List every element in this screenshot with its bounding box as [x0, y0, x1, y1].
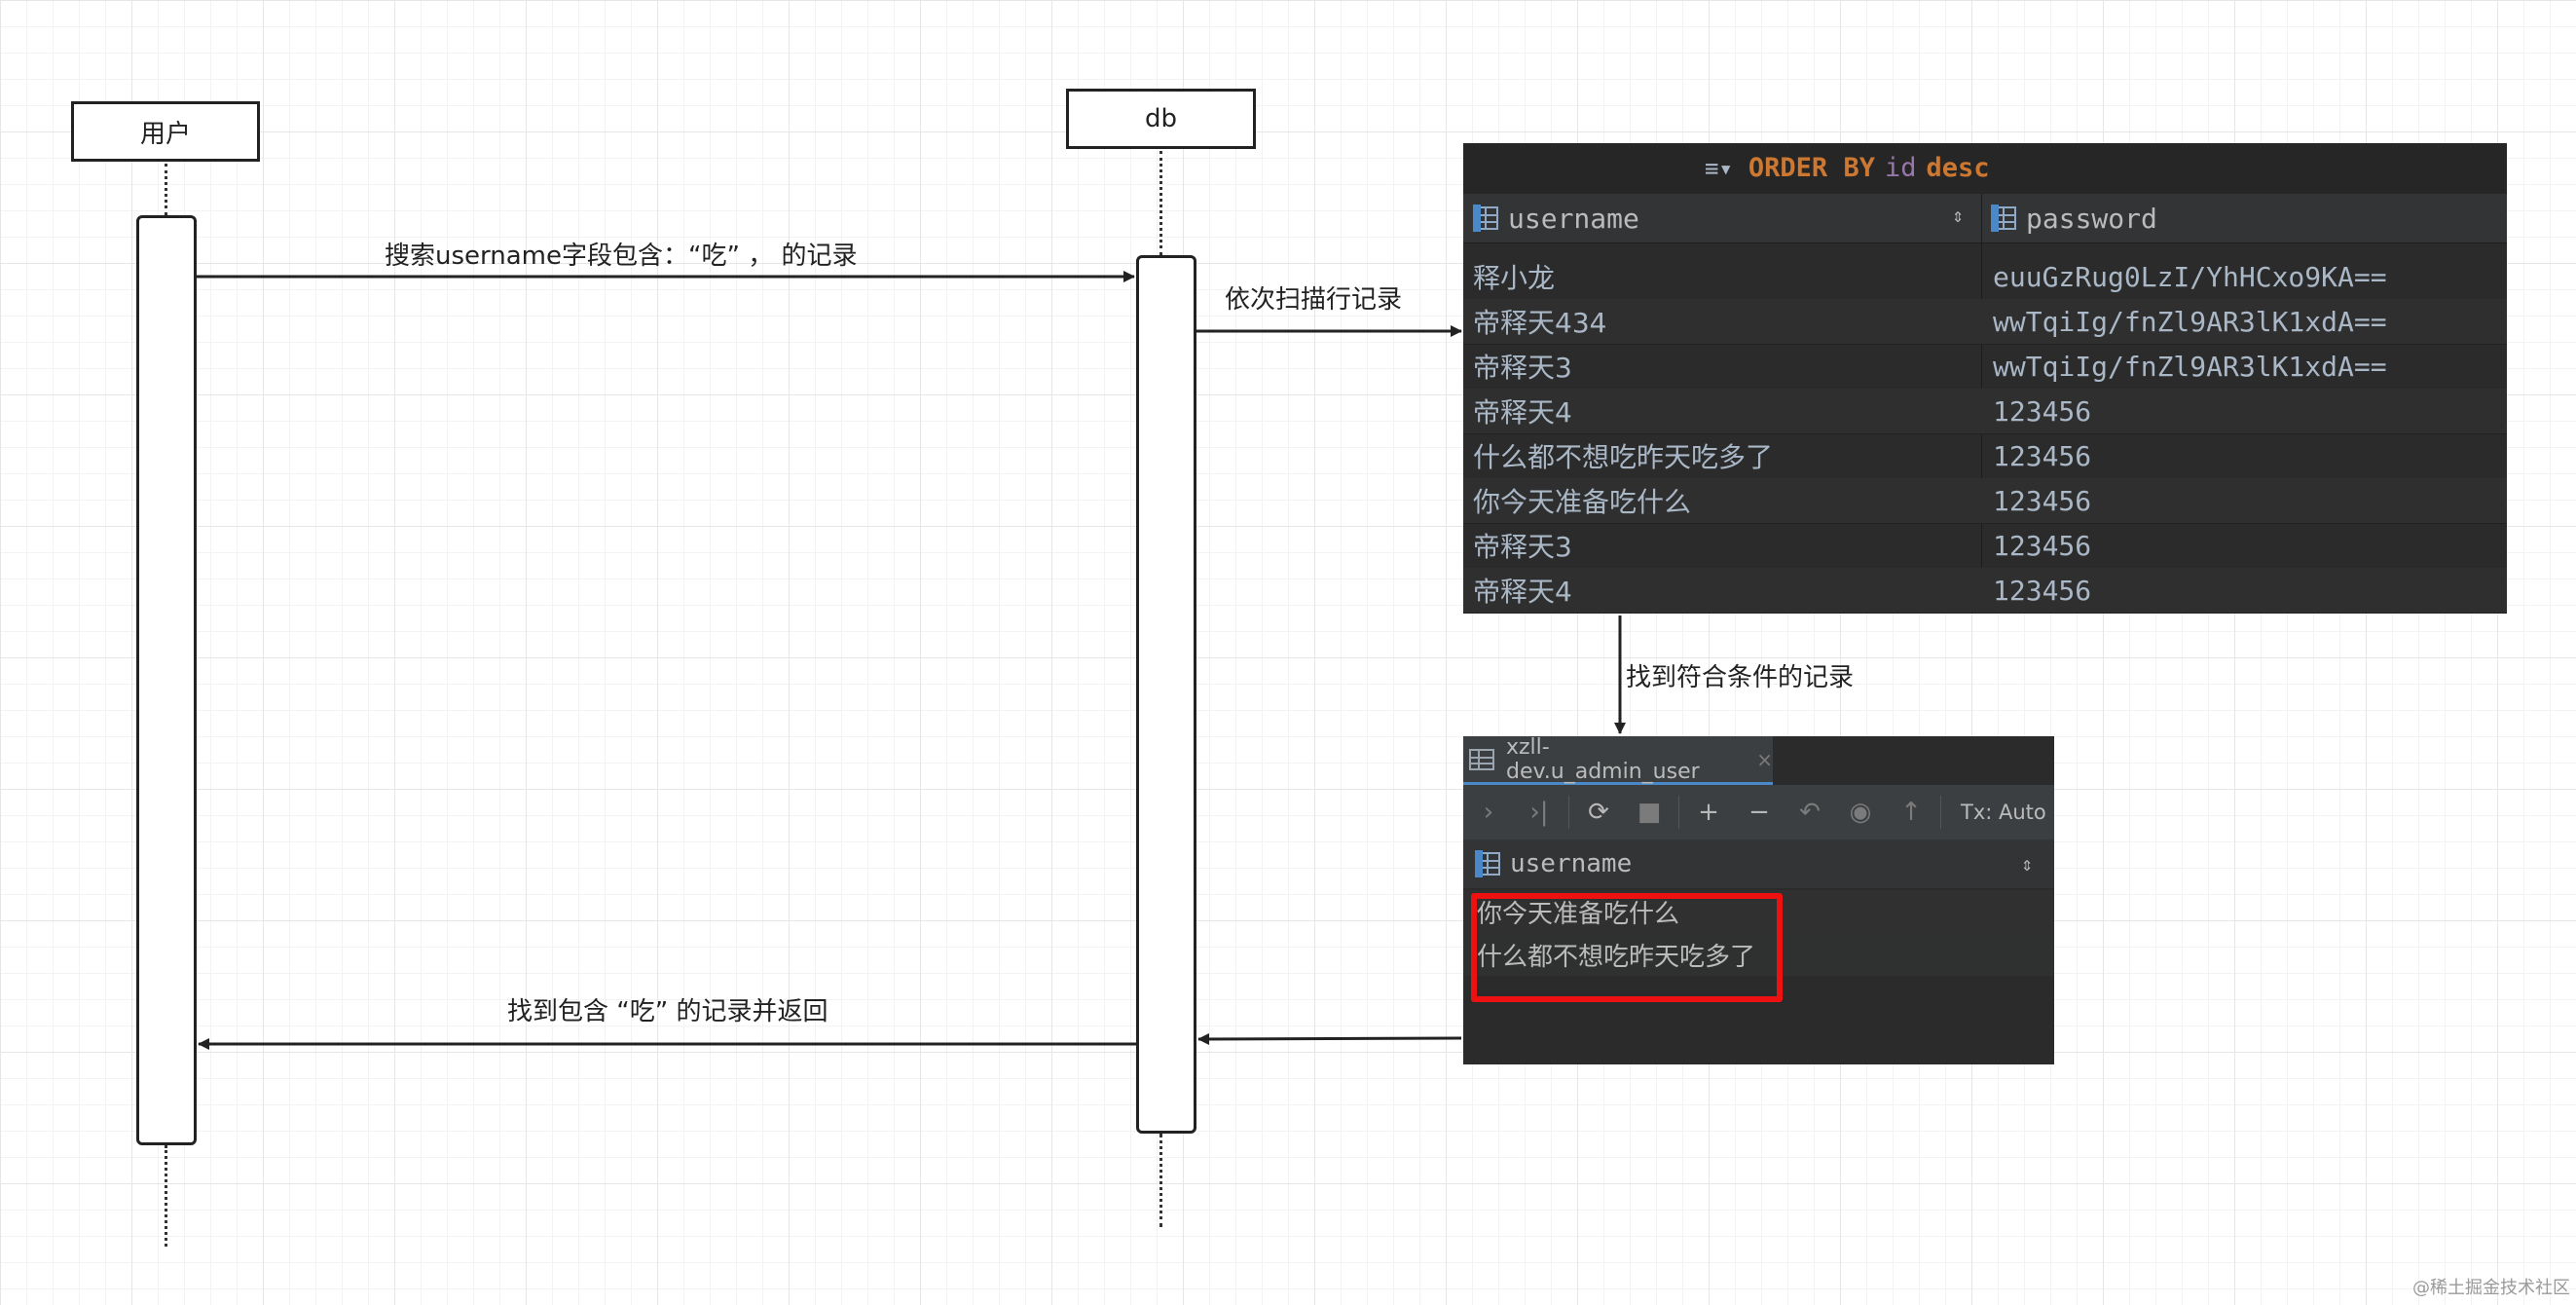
result-header[interactable]: username ⇕: [1463, 839, 2054, 888]
column-username-label: username: [1508, 202, 1639, 235]
toolbar-separator: [1568, 796, 1569, 829]
msg-found: 找到符合条件的记录: [1626, 663, 1855, 692]
cell-username: 释小龙: [1473, 262, 1556, 294]
query-field: id: [1884, 153, 1917, 183]
arrow-db-return: [1197, 1032, 1462, 1045]
last-page-icon[interactable]: ›|: [1514, 798, 1564, 827]
column-icon: [1475, 850, 1500, 877]
column-header-username[interactable]: username ⇕: [1473, 194, 1981, 242]
column-icon: [1991, 205, 2016, 232]
cell-password: 123456: [1993, 484, 2092, 517]
table-row[interactable]: 帝释天4 123456: [1463, 568, 2507, 614]
query-order-by: ORDER BY: [1748, 153, 1875, 183]
highlight-matching-rows: [1471, 893, 1783, 1002]
submit-icon[interactable]: ↑: [1886, 798, 1936, 827]
result-header: username ⇕ password: [1463, 194, 2507, 243]
query-bar: ≡▾ ORDER BY id desc: [1463, 143, 2507, 194]
sort-arrows-icon[interactable]: ⇕: [2021, 852, 2033, 876]
column-icon: [1473, 205, 1498, 232]
remove-row-icon[interactable]: −: [1734, 798, 1785, 827]
column-password-label: password: [2026, 202, 2157, 235]
cell-password: 123456: [1993, 394, 2092, 428]
cell-password: 123456: [1993, 529, 2092, 562]
tab-u-admin-user[interactable]: xzll-dev.u_admin_user ×: [1463, 736, 1773, 785]
watermark: @稀土掘金技术社区: [2412, 1278, 2570, 1298]
cell-username: 帝释天4: [1473, 396, 1572, 429]
sort-arrows-icon[interactable]: ⇕: [1952, 204, 1964, 227]
table-row[interactable]: 你今天准备吃什么 123456: [1463, 478, 2507, 524]
cell-username: 你今天准备吃什么: [1473, 486, 1692, 518]
cell-password: wwTqiIg/fnZl9AR3lK1xdA==: [1993, 305, 2387, 338]
table-icon: [1469, 748, 1494, 770]
toolbar-separator: [1940, 796, 1941, 829]
add-row-icon[interactable]: +: [1683, 798, 1734, 827]
tab-bar-filler: [1773, 736, 2054, 785]
tx-mode-label[interactable]: Tx: Auto: [1961, 801, 2046, 824]
table-row[interactable]: 帝释天3 123456: [1463, 523, 2507, 569]
table-row[interactable]: 什么都不想吃昨天吃多了 123456: [1463, 433, 2507, 479]
toolbar-separator: [1678, 796, 1679, 829]
query-result-panel: ≡▾ ORDER BY id desc username ⇕ password …: [1463, 143, 2507, 614]
column-header-password[interactable]: password: [1991, 194, 2499, 242]
query-direction: desc: [1926, 153, 1990, 183]
cell-username: 帝释天4: [1473, 576, 1572, 608]
cell-password: 123456: [1993, 574, 2092, 607]
refresh-icon[interactable]: ⟳: [1573, 798, 1624, 827]
revert-icon[interactable]: ↶: [1785, 798, 1835, 827]
cell-password: wwTqiIg/fnZl9AR3lK1xdA==: [1993, 350, 2387, 383]
preview-icon[interactable]: ◉: [1835, 798, 1886, 827]
table-row[interactable]: 帝释天3 wwTqiIg/fnZl9AR3lK1xdA==: [1463, 344, 2507, 390]
table-row[interactable]: 帝释天4 123456: [1463, 389, 2507, 434]
msg-search: 搜索username字段包含：“吃” ， 的记录: [385, 242, 858, 271]
cell-username: 帝释天3: [1473, 531, 1572, 563]
cell-username: 帝释天434: [1473, 307, 1607, 339]
stop-icon[interactable]: ■: [1624, 798, 1674, 827]
table-row[interactable]: 帝释天434 wwTqiIg/fnZl9AR3lK1xdA==: [1463, 299, 2507, 345]
close-icon[interactable]: ×: [1756, 748, 1773, 771]
table-row[interactable]: 释小龙 euuGzRug0LzI/YhHCxo9KA==: [1463, 254, 2507, 300]
next-page-icon[interactable]: ›: [1463, 798, 1514, 827]
column-username-label: username: [1510, 849, 1633, 878]
results-toolbar: › ›| ⟳ ■ + − ↶ ◉ ↑ Tx: Auto: [1463, 785, 2054, 839]
tab-title: xzll-dev.u_admin_user: [1505, 736, 1700, 784]
cell-password: euuGzRug0LzI/YhHCxo9KA==: [1993, 260, 2387, 293]
msg-scan: 依次扫描行记录: [1225, 285, 1403, 315]
cell-username: 什么都不想吃昨天吃多了: [1473, 441, 1774, 473]
cell-username: 帝释天3: [1473, 352, 1572, 384]
msg-return: 找到包含 “吃” 的记录并返回: [507, 997, 828, 1026]
sort-lines-icon[interactable]: ≡▾: [1705, 155, 1733, 182]
cell-password: 123456: [1993, 439, 2092, 472]
